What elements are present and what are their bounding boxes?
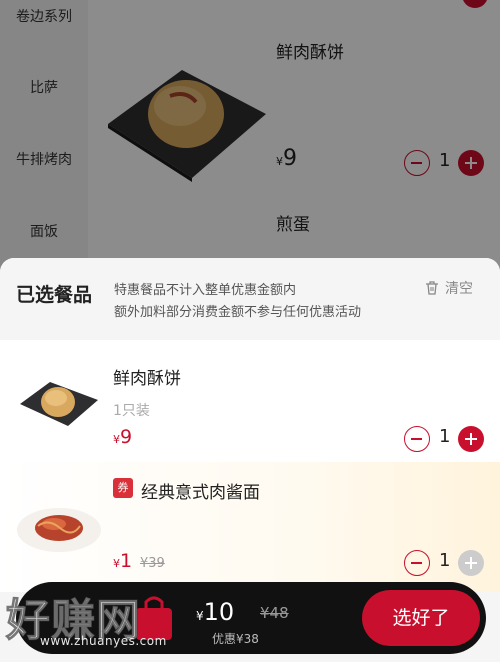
- plus-icon[interactable]: [458, 426, 484, 452]
- pasta-thumbnail: [17, 508, 101, 552]
- discount-text: 优惠¥38: [212, 632, 259, 646]
- cart-item: 券 经典意式肉酱面 ¥1 ¥39 1: [0, 462, 500, 592]
- cart-item-name: 鲜肉酥饼: [113, 369, 181, 389]
- original-total: ¥48: [260, 604, 289, 622]
- cart-notice: 特惠餐品不计入整单优惠金额内 额外加料部分消费金额不参与任何优惠活动: [114, 280, 361, 324]
- coupon-badge: 券: [113, 478, 133, 498]
- watermark-url: www.zhuanyes.com: [40, 634, 167, 648]
- cart-item-name: 经典意式肉酱面: [141, 483, 260, 503]
- notice-line: 额外加料部分消费金额不参与任何优惠活动: [114, 305, 362, 320]
- cart-title: 已选餐品: [16, 284, 93, 306]
- cart-header: 已选餐品 特惠餐品不计入整单优惠金额内 额外加料部分消费金额不参与任何优惠活动 …: [0, 258, 500, 340]
- cart-item-original-price: ¥39: [140, 556, 165, 571]
- cart-item: 鲜肉酥饼 1只装 ¥9 1: [0, 340, 500, 462]
- cart-item-price: ¥1: [113, 550, 133, 572]
- submit-button[interactable]: 选好了: [362, 590, 480, 646]
- cart-item-quantity: 1: [439, 550, 451, 571]
- plus-icon[interactable]: [458, 550, 484, 576]
- minus-icon[interactable]: [404, 550, 430, 576]
- cart-item-price: ¥9: [113, 426, 133, 448]
- minus-icon[interactable]: [404, 426, 430, 452]
- total-price: ¥10: [196, 598, 235, 626]
- clear-label: 清空: [445, 281, 473, 297]
- pastry-thumbnail: [20, 382, 98, 426]
- clear-cart-button[interactable]: 清空: [424, 278, 473, 298]
- watermark: 好赚网 www.zhuanyes.com: [5, 584, 196, 654]
- app-screen: 卷边系列 比萨 牛排烤肉 面饭 鲜肉酥饼 ¥9 1 煎蛋 已选餐品 特惠餐品不计…: [0, 0, 500, 662]
- notice-line: 特惠餐品不计入整单优惠金额内: [114, 283, 297, 298]
- trash-icon: [426, 281, 438, 295]
- cart-item-spec: 1只装: [113, 403, 150, 419]
- cart-item-quantity: 1: [439, 426, 451, 447]
